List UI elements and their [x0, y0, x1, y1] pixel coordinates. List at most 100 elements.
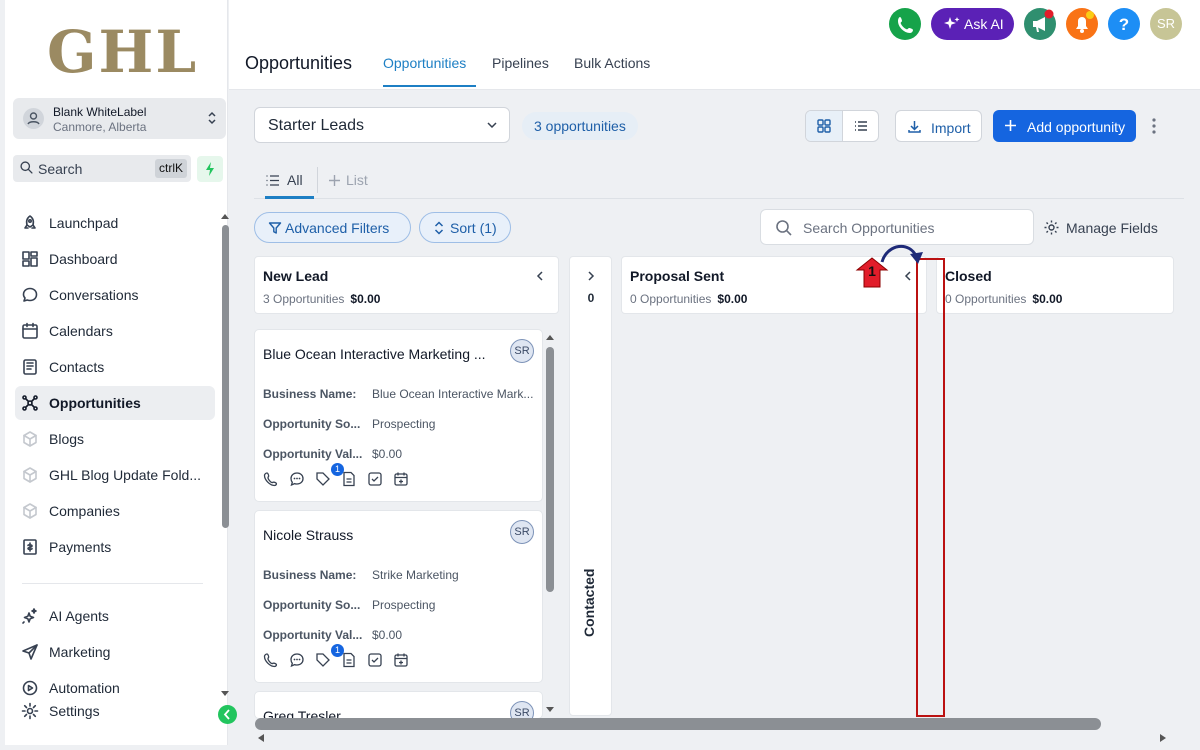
task-icon[interactable]: [367, 652, 383, 668]
chat-icon: [22, 287, 38, 302]
sidebar-item-label: Companies: [49, 503, 120, 519]
tag-icon[interactable]: [315, 652, 331, 668]
sidebar-item-companies[interactable]: Companies: [15, 494, 215, 528]
stage-closed: Closed 0 Opportunities $0.00: [936, 256, 1174, 314]
stage-meta: 3 Opportunities $0.00: [263, 292, 380, 306]
tab-opportunities[interactable]: Opportunities: [383, 55, 466, 71]
scroll-down-icon: [546, 707, 554, 712]
board-view-button[interactable]: [806, 111, 843, 141]
sidebar-item-conversations[interactable]: Conversations: [15, 278, 215, 312]
notifications-button[interactable]: [1066, 8, 1098, 40]
sort-button[interactable]: Sort (1): [419, 212, 511, 243]
opportunity-card[interactable]: Greg Tresler SR: [254, 691, 543, 719]
card-title[interactable]: Blue Ocean Interactive Marketing ...: [263, 346, 508, 362]
stage-title: Closed: [945, 268, 992, 284]
scroll-right-icon[interactable]: [1158, 733, 1168, 743]
sidebar-item-blogs[interactable]: Blogs: [15, 422, 215, 456]
user-avatar[interactable]: SR: [1150, 8, 1182, 40]
pipeline-select[interactable]: Starter Leads: [254, 107, 510, 143]
calendar-add-icon[interactable]: [393, 471, 409, 487]
tag-icon[interactable]: [315, 471, 331, 487]
advanced-filters-button[interactable]: Advanced Filters: [254, 212, 411, 243]
quick-actions-button[interactable]: [197, 156, 223, 182]
view-tab-all-label: All: [287, 172, 303, 188]
cube-icon: [23, 467, 37, 483]
tab-pipelines[interactable]: Pipelines: [492, 55, 549, 71]
grid-icon: [817, 119, 831, 133]
sidebar-item-contacts[interactable]: Contacts: [15, 350, 215, 384]
add-opportunity-button[interactable]: Add opportunity: [993, 110, 1136, 142]
search-opportunities-input[interactable]: [803, 217, 1023, 239]
sidebar-item-label: Dashboard: [49, 251, 118, 267]
plus-icon: [1005, 120, 1016, 131]
gear-icon: [1044, 220, 1059, 235]
active-subtab-indicator: [265, 196, 314, 199]
card-title[interactable]: Nicole Strauss: [263, 527, 508, 543]
sidebar-item-dashboard[interactable]: Dashboard: [15, 242, 215, 276]
sidebar-item-label: Launchpad: [49, 215, 119, 231]
sidebar-item-label: Calendars: [49, 323, 113, 339]
phone-icon: [898, 17, 913, 33]
stage-contacted-collapsed[interactable]: 0 Contacted: [569, 256, 612, 716]
sidebar-item-payments[interactable]: Payments: [15, 530, 215, 564]
sidebar-item-settings[interactable]: Settings: [15, 694, 215, 728]
search-icon: [776, 220, 792, 236]
phone-icon[interactable]: [263, 652, 279, 668]
opportunity-card[interactable]: Nicole Strauss SR Business Name: Strike …: [254, 510, 543, 683]
sidebar-search[interactable]: Search ctrlK: [13, 155, 191, 182]
sidebar-item-opportunities[interactable]: Opportunities: [15, 386, 215, 420]
sidebar-scroll-thumb[interactable]: [222, 225, 229, 528]
chat-icon[interactable]: [289, 471, 305, 487]
opportunity-count-badge: 3 opportunities: [522, 112, 638, 140]
sidebar-item-ghl-blog-update-fold[interactable]: GHL Blog Update Fold...: [15, 458, 215, 492]
megaphone-icon: [1033, 9, 1054, 32]
sidebar-item-label: Contacts: [49, 359, 105, 375]
phone-icon[interactable]: [263, 471, 279, 487]
ask-ai-button[interactable]: Ask AI: [931, 8, 1014, 40]
sparkle-icon: [22, 608, 37, 624]
sidebar-item-calendars[interactable]: Calendars: [15, 314, 215, 348]
annotation-highlight-box: [916, 258, 945, 717]
note-icon[interactable]: [341, 652, 357, 668]
tab-bulk-actions[interactable]: Bulk Actions: [574, 55, 650, 71]
list-view-button[interactable]: [843, 111, 878, 141]
task-icon[interactable]: [367, 471, 383, 487]
chat-icon[interactable]: [289, 652, 305, 668]
cube-icon: [23, 431, 37, 447]
brand-logo[interactable]: GHL: [47, 18, 198, 86]
collapse-stage-icon[interactable]: [534, 269, 546, 283]
opportunity-card[interactable]: Blue Ocean Interactive Marketing ... SR …: [254, 329, 543, 502]
field-value: Prospecting: [372, 598, 436, 612]
location-avatar-icon: [23, 108, 44, 129]
sparkle-icon: [944, 17, 960, 29]
note-icon[interactable]: [341, 471, 357, 487]
calendar-add-icon[interactable]: [393, 652, 409, 668]
sidebar-item-marketing[interactable]: Marketing: [15, 635, 215, 669]
card-owner-avatar: SR: [510, 339, 534, 363]
manage-fields-label: Manage Fields: [1066, 220, 1158, 236]
import-button[interactable]: Import: [895, 110, 982, 142]
advanced-filters-label: Advanced Filters: [285, 220, 390, 236]
search-icon: [20, 161, 33, 174]
stage-title: Contacted: [581, 568, 597, 637]
announcements-button[interactable]: [1024, 8, 1056, 40]
stage-count: 3 Opportunities: [263, 292, 345, 306]
sort-label: Sort (1): [450, 220, 497, 236]
board-horizontal-scrollbar[interactable]: [255, 718, 1101, 730]
column-scroll-thumb[interactable]: [546, 347, 554, 592]
add-list-label: List: [346, 172, 368, 188]
sidebar-item-label: Conversations: [49, 287, 139, 303]
phone-button[interactable]: [889, 8, 921, 40]
filter-icon: [268, 222, 282, 234]
page-title: Opportunities: [245, 53, 353, 73]
more-options-button[interactable]: [1146, 116, 1162, 136]
sidebar-item-ai-agents[interactable]: AI Agents: [15, 599, 215, 633]
scroll-left-icon[interactable]: [256, 733, 266, 743]
location-switcher[interactable]: Blank WhiteLabel Canmore, Alberta: [13, 98, 226, 139]
help-button[interactable]: ?: [1108, 8, 1140, 40]
collapse-sidebar-button[interactable]: [218, 705, 237, 724]
plus-icon: [329, 175, 340, 186]
expand-stage-icon[interactable]: [585, 269, 597, 283]
sidebar-item-launchpad[interactable]: Launchpad: [15, 206, 215, 240]
sidebar-item-label: Marketing: [49, 644, 111, 660]
